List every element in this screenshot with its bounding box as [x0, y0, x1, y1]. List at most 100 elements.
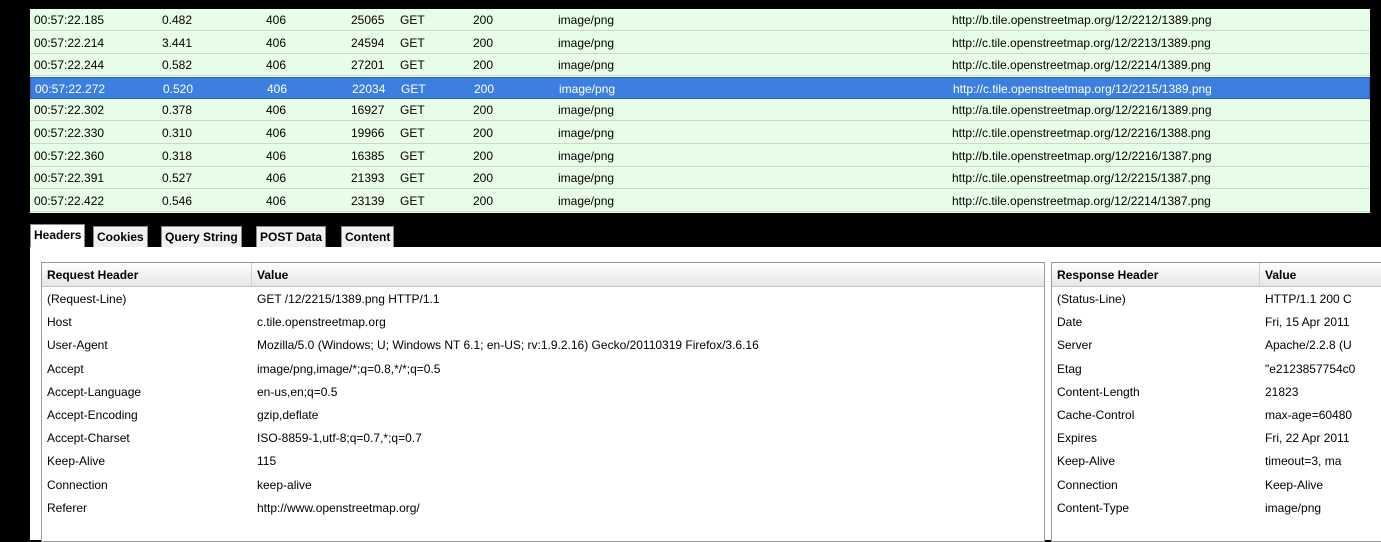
header-row[interactable]: Accept-Encoding gzip,deflate	[42, 405, 1044, 427]
time-cell: 00:57:22.422	[34, 193, 105, 208]
header-value: http://www.openstreetmap.org/	[257, 500, 420, 515]
header-name: (Request-Line)	[47, 292, 127, 306]
tab-query-string[interactable]: Query String	[161, 226, 242, 247]
duration-cell: 0.582	[162, 58, 193, 73]
header-value: max-age=60480	[1265, 408, 1353, 422]
header-row[interactable]: Etag "e2123857754c0	[1052, 359, 1381, 381]
url-cell: http://c.tile.openstreetmap.org/12/2214/…	[952, 58, 1211, 73]
column-divider[interactable]	[1259, 263, 1260, 286]
header-name: Expires	[1057, 431, 1098, 446]
request-headers-header[interactable]: Request Header Value	[42, 263, 1044, 287]
header-row[interactable]: Connection Keep-Alive	[1052, 475, 1381, 497]
request-row[interactable]: 00:57:22.302 0.378 406 16927 GET 200 image/png…	[30, 99, 1370, 122]
header-name: Accept-Language	[47, 384, 142, 399]
duration-cell: 0.520	[163, 81, 194, 96]
header-name: Content-Length	[1057, 384, 1140, 399]
tab-headers[interactable]: Headers	[30, 224, 86, 247]
time-cell: 00:57:22.214	[34, 35, 105, 50]
request-row[interactable]: 00:57:22.214 3.441 406 24594 GET 200 image/png…	[30, 32, 1370, 54]
sent-cell: 406	[266, 148, 287, 163]
time-cell: 00:57:22.330	[34, 126, 105, 140]
response-header-column[interactable]: Response Header	[1057, 268, 1158, 282]
header-value: Fri, 15 Apr 2011	[1265, 315, 1350, 330]
header-name: Accept-Charset	[47, 431, 130, 446]
header-name: User-Agent	[47, 338, 108, 353]
url-cell: http://b.tile.openstreetmap.org/12/2212/…	[952, 13, 1212, 27]
header-value: Apache/2.2.8 (U	[1265, 338, 1352, 353]
received-cell: 21393	[351, 171, 385, 186]
header-row[interactable]: Accept-Charset ISO-8859-1,utf-8;q=0.7,*;q…	[42, 428, 1044, 450]
header-value: keep-alive	[257, 477, 312, 492]
header-name: Accept	[47, 361, 84, 376]
request-value-column[interactable]: Value	[257, 268, 288, 282]
header-name: Connection	[1057, 477, 1118, 492]
header-name: Date	[1057, 315, 1083, 330]
sent-cell: 406	[266, 103, 287, 118]
received-cell: 16385	[351, 148, 385, 163]
received-cell: 16927	[351, 103, 385, 118]
request-row[interactable]: 00:57:22.422 0.546 406 23139 GET 200 image/png…	[30, 190, 1370, 212]
method-cell: GET	[400, 171, 425, 186]
header-name: Keep-Alive	[1057, 454, 1116, 469]
header-row[interactable]: Referer http://www.openstreetmap.org/	[42, 498, 1044, 520]
header-value: Fri, 22 Apr 2011	[1265, 431, 1350, 446]
header-row[interactable]: (Request-Line) GET /12/2215/1389.png HTTP…	[42, 289, 1044, 311]
header-name: Accept-Encoding	[47, 408, 138, 422]
method-cell: GET	[401, 81, 426, 96]
request-row[interactable]: 00:57:22.185 0.482 406 25065 GET 200 image/png…	[30, 9, 1370, 31]
header-row[interactable]: Content-Type image/png	[1052, 498, 1381, 520]
result-cell: 200	[473, 193, 494, 208]
header-value: "e2123857754c0	[1265, 361, 1356, 376]
header-name: Etag	[1057, 361, 1082, 376]
request-row[interactable]: 00:57:22.360 0.318 406 16385 GET 200 image/png…	[30, 145, 1370, 167]
tab-cookies[interactable]: Cookies	[93, 226, 148, 247]
request-header-column[interactable]: Request Header	[47, 268, 138, 282]
type-cell: image/png	[558, 13, 615, 27]
header-row[interactable]: Server Apache/2.2.8 (U	[1052, 335, 1381, 357]
result-cell: 200	[473, 103, 494, 118]
header-row[interactable]: Expires Fri, 22 Apr 2011	[1052, 428, 1381, 450]
request-row[interactable]: 00:57:22.272 0.520 406 22034 GET 200 image/png…	[30, 76, 1370, 99]
tab-post-data[interactable]: POST Data	[256, 226, 327, 247]
headers-panel: Request Header Value (Request-Line) GET /…	[30, 247, 1381, 542]
request-list[interactable]: 00:57:22.185 0.482 406 25065 GET 200 image/png…	[30, 9, 1370, 213]
header-name: Keep-Alive	[47, 454, 106, 469]
result-cell: 200	[473, 58, 494, 73]
method-cell: GET	[400, 13, 425, 27]
duration-cell: 0.318	[162, 148, 193, 163]
sent-cell: 406	[266, 13, 287, 27]
header-row[interactable]: Host c.tile.openstreetmap.org	[42, 312, 1044, 334]
result-cell: 200	[473, 148, 494, 163]
duration-cell: 0.482	[162, 13, 193, 27]
header-name: Cache-Control	[1057, 408, 1135, 422]
duration-cell: 0.546	[162, 193, 193, 208]
header-value: gzip,deflate	[257, 408, 319, 422]
time-cell: 00:57:22.302	[34, 103, 105, 118]
request-row[interactable]: 00:57:22.391 0.527 406 21393 GET 200 image/png…	[30, 167, 1370, 190]
header-row[interactable]: (Status-Line) HTTP/1.1 200 C	[1052, 289, 1381, 311]
header-row[interactable]: Keep-Alive 115	[42, 451, 1044, 473]
time-cell: 00:57:22.244	[34, 58, 105, 73]
type-cell: image/png	[558, 35, 615, 50]
time-cell: 00:57:22.391	[34, 171, 105, 186]
method-cell: GET	[400, 193, 425, 208]
request-row[interactable]: 00:57:22.330 0.310 406 19966 GET 200 image/png…	[30, 122, 1370, 144]
received-cell: 24594	[351, 35, 385, 50]
header-row[interactable]: Accept-Language en-us,en;q=0.5	[42, 382, 1044, 404]
response-headers-header[interactable]: Response Header Value	[1052, 263, 1381, 287]
header-row[interactable]: Connection keep-alive	[42, 475, 1044, 497]
result-cell: 200	[474, 81, 495, 96]
header-row[interactable]: User-Agent Mozilla/5.0 (Windows; U; Windo…	[42, 335, 1044, 357]
url-cell: http://c.tile.openstreetmap.org/12/2213/…	[952, 35, 1211, 50]
header-row[interactable]: Keep-Alive timeout=3, ma	[1052, 451, 1381, 473]
tab-content[interactable]: Content	[341, 226, 395, 247]
header-name: Content-Type	[1057, 500, 1130, 515]
response-value-column[interactable]: Value	[1265, 268, 1296, 282]
header-row[interactable]: Cache-Control max-age=60480	[1052, 405, 1381, 427]
header-row[interactable]: Accept image/png,image/*;q=0.8,*/*;q=0.5	[42, 359, 1044, 381]
column-divider[interactable]	[251, 263, 252, 286]
request-row[interactable]: 00:57:22.244 0.582 406 27201 GET 200 image/png…	[30, 54, 1370, 77]
header-row[interactable]: Content-Length 21823	[1052, 382, 1381, 404]
header-name: (Status-Line)	[1057, 292, 1126, 306]
header-row[interactable]: Date Fri, 15 Apr 2011	[1052, 312, 1381, 334]
